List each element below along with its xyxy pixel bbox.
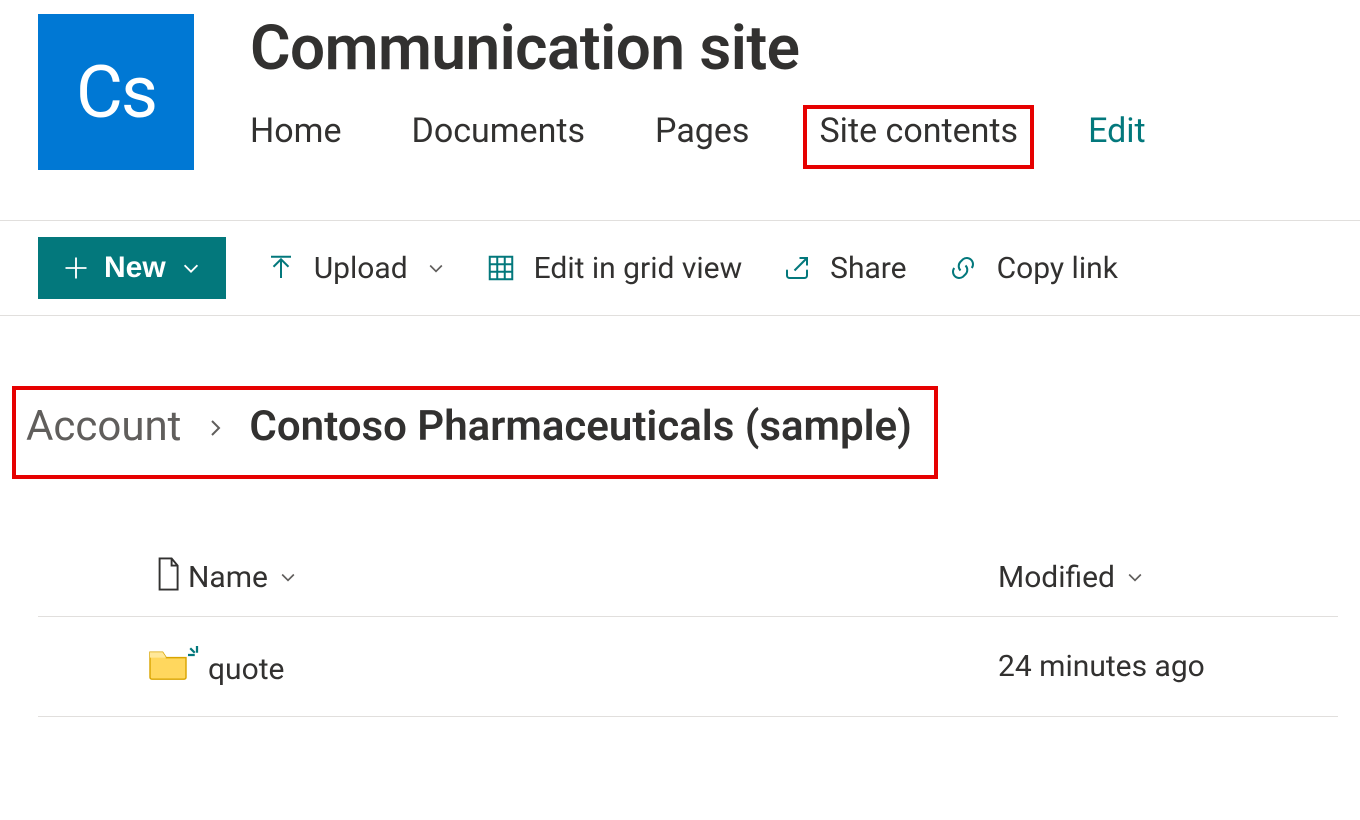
command-bar: New Upload bbox=[0, 221, 1360, 315]
row-icon-cell bbox=[148, 645, 188, 689]
edit-grid-button[interactable]: Edit in grid view bbox=[486, 251, 743, 286]
breadcrumb: Account Contoso Pharmaceuticals (sample) bbox=[12, 386, 938, 479]
chevron-right-icon bbox=[203, 402, 227, 451]
nav-pages[interactable]: Pages bbox=[655, 111, 749, 151]
modified-column-header[interactable]: Modified bbox=[998, 560, 1338, 595]
edit-grid-label: Edit in grid view bbox=[534, 251, 743, 286]
upload-button[interactable]: Upload bbox=[266, 251, 446, 286]
site-heading: Communication site Home Documents Pages … bbox=[250, 14, 1146, 151]
copy-link-label: Copy link bbox=[997, 251, 1118, 286]
nav-documents[interactable]: Documents bbox=[412, 111, 586, 151]
row-modified: 24 minutes ago bbox=[998, 649, 1338, 684]
name-column-label: Name bbox=[188, 560, 268, 595]
upload-icon bbox=[266, 253, 296, 283]
copy-link-button[interactable]: Copy link bbox=[947, 251, 1118, 286]
site-nav: Home Documents Pages Site contents Edit bbox=[250, 111, 1146, 151]
site-header: Cs Communication site Home Documents Pag… bbox=[0, 0, 1360, 170]
share-icon bbox=[782, 253, 812, 283]
nav-site-contents[interactable]: Site contents bbox=[803, 105, 1034, 169]
nav-edit[interactable]: Edit bbox=[1088, 111, 1146, 151]
nav-home[interactable]: Home bbox=[250, 111, 342, 151]
site-title: Communication site bbox=[250, 16, 1146, 81]
site-logo-text: Cs bbox=[76, 50, 156, 135]
upload-label: Upload bbox=[314, 251, 408, 286]
type-column-header[interactable] bbox=[148, 556, 188, 600]
divider bbox=[0, 315, 1360, 316]
share-button[interactable]: Share bbox=[782, 251, 906, 286]
chevron-down-icon bbox=[1125, 560, 1145, 595]
site-logo[interactable]: Cs bbox=[38, 14, 194, 170]
breadcrumb-root[interactable]: Account bbox=[26, 402, 181, 451]
list-row[interactable]: quote 24 minutes ago bbox=[38, 617, 1338, 717]
plus-icon bbox=[62, 254, 90, 282]
new-button[interactable]: New bbox=[38, 237, 226, 299]
row-name-cell[interactable]: quote bbox=[188, 646, 998, 687]
grid-icon bbox=[486, 253, 516, 283]
name-column-header[interactable]: Name bbox=[188, 560, 998, 595]
chevron-down-icon bbox=[278, 560, 298, 595]
chevron-down-icon bbox=[180, 257, 202, 279]
breadcrumb-current: Contoso Pharmaceuticals (sample) bbox=[249, 402, 911, 451]
share-label: Share bbox=[830, 251, 906, 286]
file-icon bbox=[153, 556, 183, 600]
row-name: quote bbox=[208, 646, 284, 687]
modified-column-label: Modified bbox=[998, 560, 1115, 595]
document-list: Name Modified bbox=[38, 539, 1338, 717]
link-icon bbox=[947, 253, 979, 283]
chevron-down-icon bbox=[426, 258, 446, 278]
folder-icon bbox=[146, 645, 190, 689]
new-indicator-icon bbox=[188, 646, 206, 664]
list-header-row: Name Modified bbox=[38, 539, 1338, 617]
new-button-label: New bbox=[104, 251, 166, 285]
